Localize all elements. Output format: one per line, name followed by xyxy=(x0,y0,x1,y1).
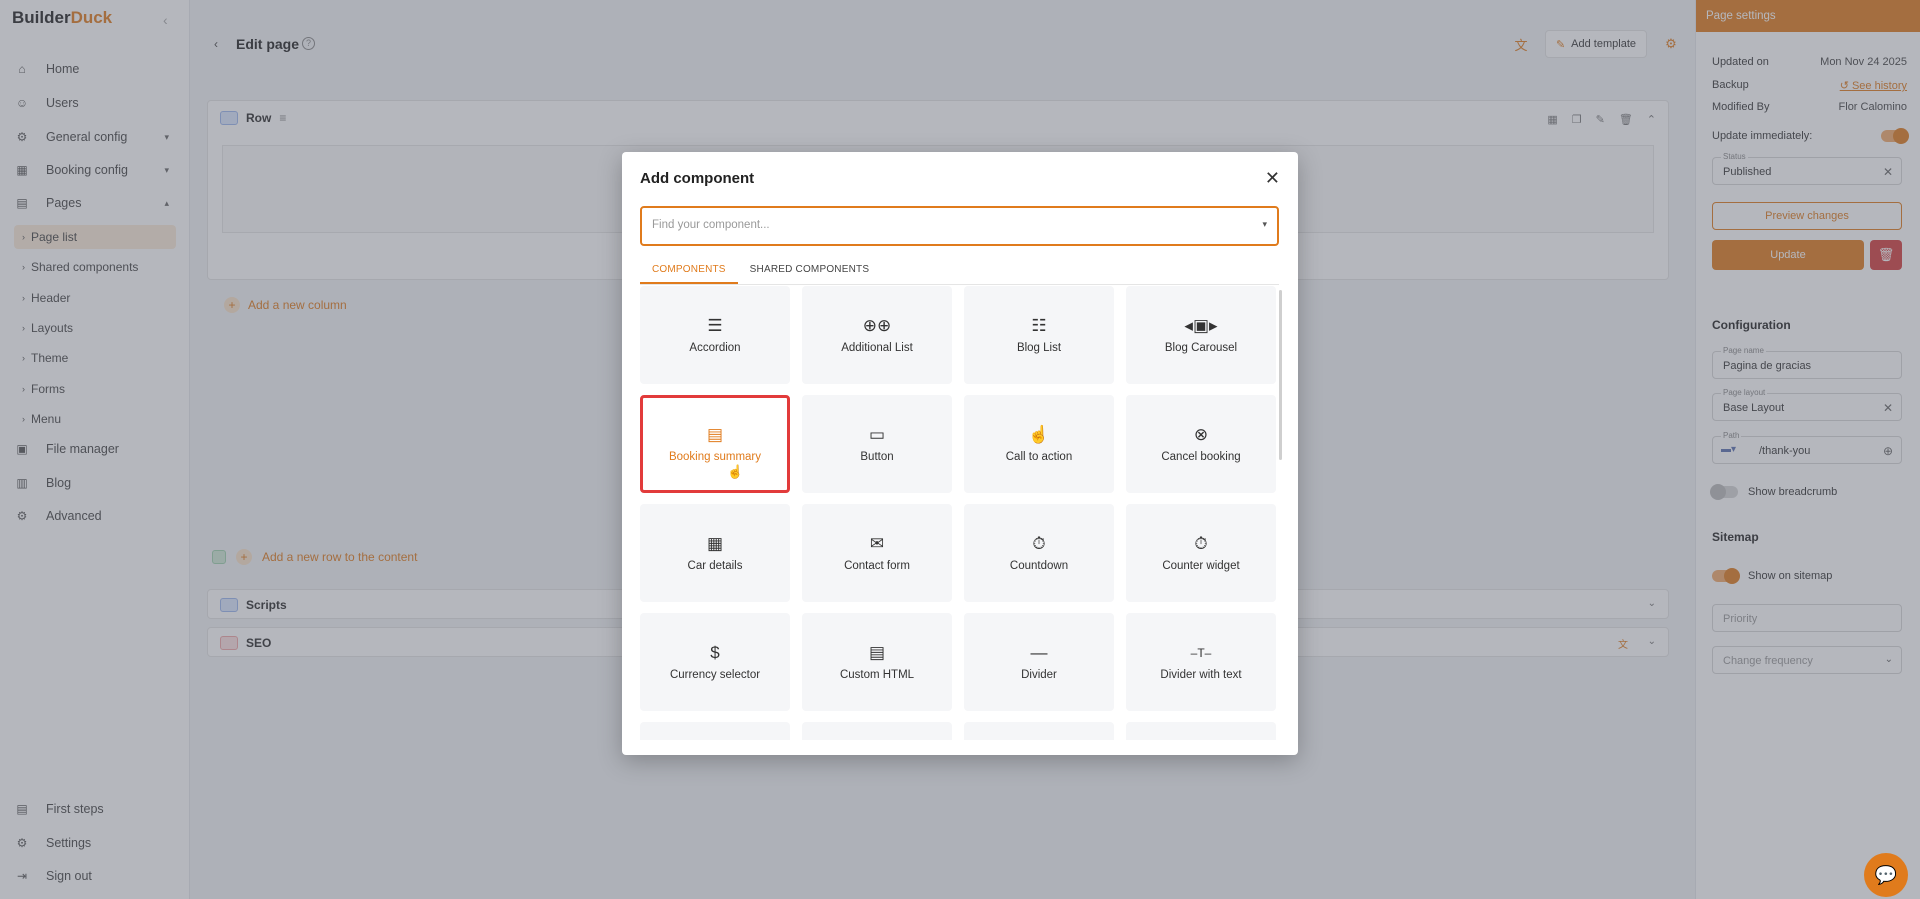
component-label: Blog List xyxy=(1016,342,1062,354)
component-label: Blog Carousel xyxy=(1164,342,1238,354)
divider-icon: — xyxy=(1030,643,1048,662)
component-booking-summary[interactable]: ▤ Booking summary ☝ xyxy=(640,395,790,493)
component-contact-form[interactable]: ✉ Contact form xyxy=(802,504,952,602)
component-label: Currency selector xyxy=(669,669,761,681)
car-details-icon: ▦ xyxy=(706,534,724,553)
component-car-details[interactable]: ▦ Car details xyxy=(640,504,790,602)
component-search-input[interactable]: Find your component... ▾ xyxy=(640,206,1279,246)
component-label: Call to action xyxy=(1005,451,1073,463)
tab-shared-components[interactable]: SHARED COMPONENTS xyxy=(738,255,882,284)
search-placeholder: Find your component... xyxy=(652,219,770,231)
component-call-to-action[interactable]: ☝ Call to action xyxy=(964,395,1114,493)
currency-selector-icon: $ xyxy=(710,643,720,662)
modal-scrollbar[interactable] xyxy=(1279,290,1282,460)
component-blog-carousel[interactable]: ◂▣▸ Blog Carousel xyxy=(1126,286,1276,384)
component-label: Divider with text xyxy=(1160,669,1242,681)
component-additional-list[interactable]: ⊕⊕ Additional List xyxy=(802,286,952,384)
component-currency-selector[interactable]: $ Currency selector xyxy=(640,613,790,711)
component-label: Car details xyxy=(687,560,743,572)
chat-icon: 💬 xyxy=(1874,865,1898,885)
component-label: Contact form xyxy=(844,560,910,572)
modal-tabs: COMPONENTS SHARED COMPONENTS xyxy=(640,255,1279,285)
component-label: Accordion xyxy=(689,342,741,354)
component-label: Button xyxy=(860,451,894,463)
component-blog-list[interactable]: ☷ Blog List xyxy=(964,286,1114,384)
component-partial[interactable] xyxy=(640,722,790,740)
divider-text-icon: –T– xyxy=(1190,646,1212,660)
add-component-modal: Add component ✕ Find your component... ▾ … xyxy=(622,152,1298,755)
countdown-icon: ⏱ xyxy=(1032,534,1046,553)
component-accordion[interactable]: ☰ Accordion xyxy=(640,286,790,384)
tab-components[interactable]: COMPONENTS xyxy=(640,255,738,284)
component-counter-widget[interactable]: ⏱ Counter widget xyxy=(1126,504,1276,602)
component-custom-html[interactable]: ▤ Custom HTML xyxy=(802,613,952,711)
chevron-down-icon: ▾ xyxy=(1262,219,1267,229)
counter-widget-icon: ⏱ xyxy=(1194,534,1208,553)
blog-carousel-icon: ◂▣▸ xyxy=(1184,316,1218,335)
component-countdown[interactable]: ⏱ Countdown xyxy=(964,504,1114,602)
component-label: Cancel booking xyxy=(1161,451,1241,463)
component-label: Divider xyxy=(1021,669,1057,681)
component-grid: ☰ Accordion ⊕⊕ Additional List ☷ Blog List … xyxy=(640,286,1282,740)
additional-list-icon: ⊕⊕ xyxy=(862,316,892,335)
component-label: Counter widget xyxy=(1162,560,1240,572)
booking-summary-icon: ▤ xyxy=(706,425,724,444)
cancel-booking-icon: ⊗ xyxy=(1193,425,1209,444)
component-label: Additional List xyxy=(841,342,913,354)
button-icon: ▭ xyxy=(868,425,886,444)
component-label: Countdown xyxy=(1009,560,1069,572)
hand-cursor-icon: ☝ xyxy=(727,464,744,479)
contact-form-icon: ✉ xyxy=(869,534,885,553)
accordion-icon: ☰ xyxy=(707,316,723,335)
call-to-action-icon: ☝ xyxy=(1028,425,1050,444)
modal-title: Add component xyxy=(640,170,755,187)
component-cancel-booking[interactable]: ⊗ Cancel booking xyxy=(1126,395,1276,493)
component-partial[interactable] xyxy=(802,722,952,740)
component-label: Custom HTML xyxy=(839,669,915,681)
component-label: Booking summary xyxy=(668,451,762,463)
blog-list-icon: ☷ xyxy=(1031,316,1047,335)
component-partial[interactable] xyxy=(1126,722,1276,740)
component-divider-with-text[interactable]: –T– Divider with text xyxy=(1126,613,1276,711)
close-icon[interactable]: ✕ xyxy=(1265,168,1280,189)
chat-support-button[interactable]: 💬 xyxy=(1864,853,1908,897)
component-button[interactable]: ▭ Button xyxy=(802,395,952,493)
component-partial[interactable] xyxy=(964,722,1114,740)
component-divider[interactable]: — Divider xyxy=(964,613,1114,711)
custom-html-icon: ▤ xyxy=(868,643,886,662)
